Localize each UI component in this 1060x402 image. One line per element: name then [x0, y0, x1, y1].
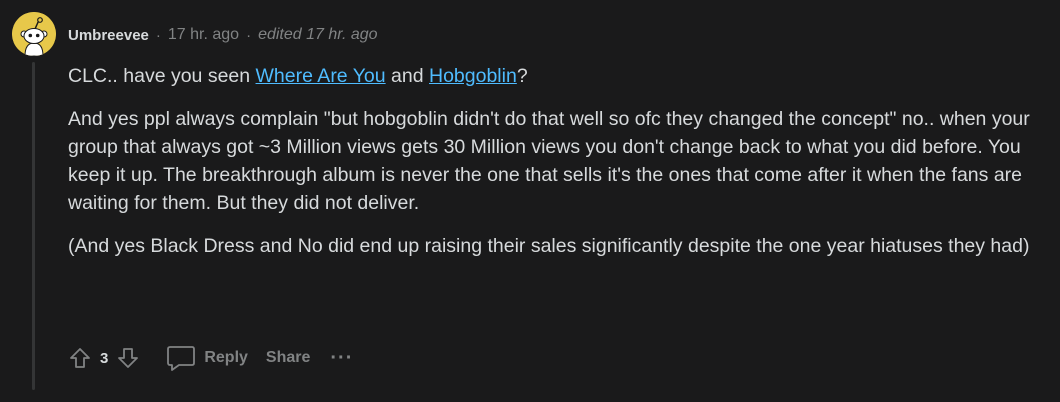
- paragraph-text: CLC.. have you seen: [68, 65, 256, 87]
- comment-meta: Umbreevee · 17 hr. ago · edited 17 hr. a…: [68, 22, 378, 48]
- thread-collapse-line[interactable]: [32, 62, 35, 390]
- vote-count: 3: [100, 349, 109, 367]
- reply-button[interactable]: Reply: [166, 342, 248, 374]
- paragraph-text: and: [385, 65, 429, 87]
- share-label: Share: [265, 349, 311, 366]
- timestamp[interactable]: 17 hr. ago: [168, 26, 239, 44]
- meta-separator: ·: [155, 26, 161, 44]
- snoo-avatar-icon: [12, 12, 56, 56]
- comment: Umbreevee · 17 hr. ago · edited 17 hr. a…: [0, 0, 1060, 402]
- speech-bubble-icon: [167, 346, 196, 371]
- comment-paragraph: And yes ppl always complain "but hobgobl…: [68, 108, 1030, 214]
- more-options-button[interactable]: ···: [330, 342, 353, 374]
- comment-body: CLC.. have you seen Where Are You and Ho…: [68, 62, 1043, 275]
- author-name[interactable]: Umbreevee: [68, 27, 149, 44]
- upvote-button[interactable]: [64, 342, 96, 374]
- edited-timestamp: edited 17 hr. ago: [258, 26, 378, 43]
- comment-paragraph: (And yes Black Dress and No did end up r…: [68, 235, 1030, 257]
- link-where-are-you[interactable]: Where Are You: [256, 65, 386, 87]
- paragraph-text: ?: [516, 65, 528, 87]
- arrow-up-icon: [70, 348, 90, 368]
- link-hobgoblin[interactable]: Hobgoblin: [429, 65, 517, 87]
- comment-paragraph: CLC.. have you seen Where Are You and Ho…: [68, 62, 1043, 90]
- share-button[interactable]: Share: [266, 342, 310, 374]
- arrow-down-icon: [118, 348, 139, 368]
- meta-separator: ·: [246, 26, 252, 44]
- downvote-button[interactable]: [112, 342, 144, 374]
- reply-label: Reply: [204, 349, 248, 366]
- user-avatar[interactable]: [12, 12, 56, 56]
- ellipsis-icon: ···: [330, 346, 354, 369]
- comment-actions: 3 Reply Share ···: [64, 340, 353, 376]
